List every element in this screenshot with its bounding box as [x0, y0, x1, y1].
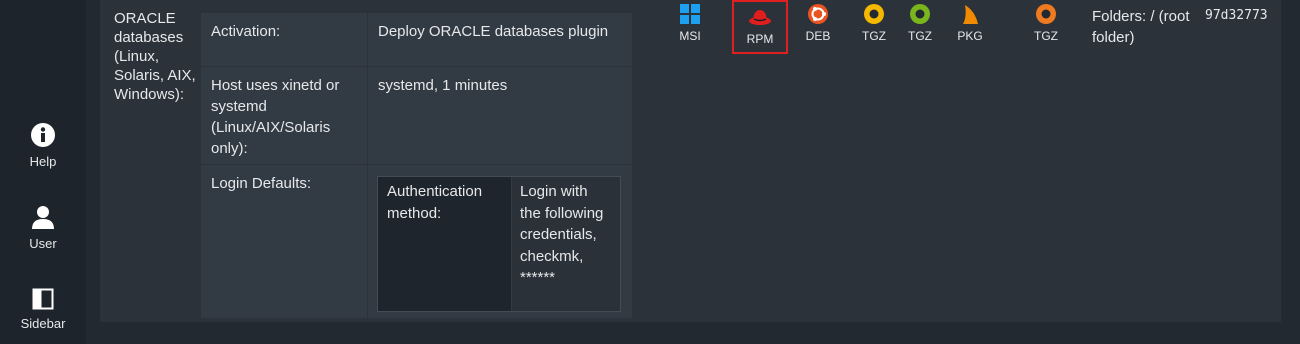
pkg-icon	[963, 5, 978, 24]
package-tgz-aix-label: TGZ	[908, 29, 932, 43]
nav-user-label: User	[29, 236, 57, 251]
package-tgz[interactable]: TGZ	[1024, 3, 1068, 43]
config-hash: 97d32773	[1205, 8, 1268, 23]
redhat-icon	[749, 10, 771, 25]
setting-key-xinetd: Host uses xinetd or systemd (Linux/AIX/S…	[201, 67, 367, 164]
row-label: ORACLE databases (Linux, Solaris, AIX, W…	[114, 10, 196, 103]
aix-icon	[910, 4, 930, 24]
sidebar-icon	[32, 288, 54, 310]
setting-value-xinetd: systemd, 1 minutes	[368, 67, 632, 164]
folders-value: Folders: / (root folder)	[1092, 8, 1190, 46]
auth-method-value: Login with the following credentials, ch…	[512, 177, 620, 311]
nav-help-label: Help	[29, 154, 57, 169]
package-tgz-label: TGZ	[1034, 29, 1058, 43]
package-msi[interactable]: MSI	[668, 3, 712, 43]
setting-key-activation: Activation:	[201, 13, 367, 66]
package-deb[interactable]: DEB	[796, 3, 840, 43]
tgz-icon	[1036, 4, 1056, 24]
sidebar-nav: Help User Sidebar	[0, 0, 86, 344]
info-circle-icon	[31, 123, 55, 147]
setting-value-activation: Deploy ORACLE databases plugin	[368, 13, 632, 66]
package-tgz-aix[interactable]: TGZ	[898, 3, 942, 43]
package-tgz-solaris[interactable]: TGZ	[852, 3, 896, 43]
user-icon	[32, 206, 54, 229]
package-pkg-label: PKG	[957, 29, 983, 43]
nav-sidebar[interactable]: Sidebar	[0, 288, 86, 331]
package-tgz-solaris-label: TGZ	[862, 29, 886, 43]
auth-method-label: Authentication method:	[378, 177, 511, 311]
ubuntu-icon	[808, 4, 828, 24]
solaris-icon	[864, 4, 884, 24]
package-pkg[interactable]: PKG	[948, 3, 992, 43]
nav-sidebar-label: Sidebar	[20, 316, 66, 331]
nav-user[interactable]: User	[0, 204, 86, 251]
package-rpm-label: RPM	[746, 32, 774, 46]
package-msi-label: MSI	[679, 29, 701, 43]
windows-icon	[680, 4, 700, 24]
setting-key-login: Login Defaults:	[201, 165, 367, 318]
package-deb-label: DEB	[805, 29, 831, 43]
nav-help[interactable]: Help	[0, 122, 86, 169]
package-rpm[interactable]: RPM	[732, 0, 788, 54]
